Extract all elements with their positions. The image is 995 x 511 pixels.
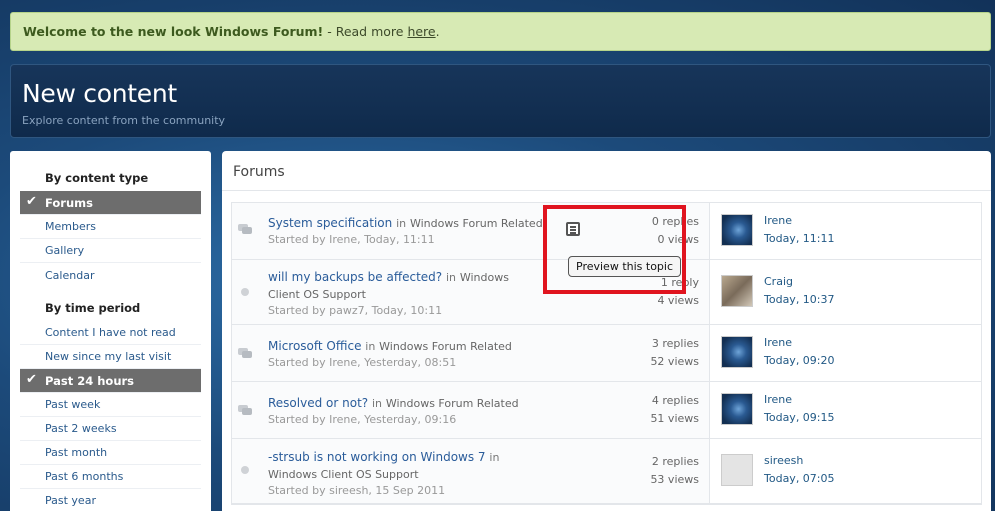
page-header: New content Explore content from the com… xyxy=(10,64,991,138)
sidebar-item-calendar[interactable]: Calendar xyxy=(20,263,201,287)
sidebar-item-forums[interactable]: ✔ Forums xyxy=(20,191,201,215)
announcement-tail: . xyxy=(435,24,440,39)
reply-count: 4 replies xyxy=(651,394,699,407)
checkmark-icon: ✔ xyxy=(26,194,37,209)
sidebar-item-label: Forums xyxy=(45,195,93,210)
view-count: 53 views xyxy=(650,473,699,486)
last-poster-link[interactable]: Irene xyxy=(764,214,792,227)
topic-forum-link[interactable]: Windows Forum Related xyxy=(386,397,519,410)
sidebar-item-gallery[interactable]: Gallery xyxy=(20,239,201,263)
sidebar-item-label: Past year xyxy=(45,494,96,507)
last-poster-link[interactable]: sireesh xyxy=(764,454,803,467)
sidebar-item-past-month[interactable]: Past month xyxy=(20,441,201,465)
avatar[interactable] xyxy=(721,393,753,425)
table-row: Microsoft Office in Windows Forum Relate… xyxy=(232,325,981,382)
sidebar-item-past-6-months[interactable]: Past 6 months xyxy=(20,465,201,489)
sidebar-item-label: Content I have not read xyxy=(45,326,176,339)
topic-forum-link[interactable]: Windows Forum Related xyxy=(410,217,543,230)
sidebar-item-since-last-visit[interactable]: New since my last visit xyxy=(20,345,201,369)
checkmark-icon: ✔ xyxy=(26,372,37,387)
avatar[interactable] xyxy=(721,336,753,368)
view-count: 4 views xyxy=(657,294,699,307)
view-count: 51 views xyxy=(650,412,699,425)
topic-meta: Started by Irene, Yesterday, 09:16 xyxy=(268,413,457,426)
reply-count: 2 replies xyxy=(651,455,699,468)
page-title: New content xyxy=(22,79,177,108)
dot-icon xyxy=(241,288,249,296)
chat-bubble-icon xyxy=(238,224,252,234)
last-poster-link[interactable]: Craig xyxy=(764,275,793,288)
sidebar-item-label: Past month xyxy=(45,446,108,459)
sidebar-item-label: New since my last visit xyxy=(45,350,172,363)
sidebar-item-label: Calendar xyxy=(45,268,95,282)
avatar[interactable] xyxy=(721,214,753,246)
sidebar-item-past-year[interactable]: Past year xyxy=(20,489,201,511)
chat-bubble-icon xyxy=(238,405,252,415)
reply-count: 3 replies xyxy=(651,337,699,350)
last-poster-link[interactable]: Irene xyxy=(764,336,792,349)
highlight-box xyxy=(543,205,686,294)
last-post-time[interactable]: Today, 07:05 xyxy=(764,472,835,485)
last-post-time[interactable]: Today, 09:15 xyxy=(764,411,835,424)
avatar[interactable] xyxy=(721,454,753,486)
sidebar-item-members[interactable]: Members xyxy=(20,215,201,239)
sidebar-item-label: Past 2 weeks xyxy=(45,422,117,435)
topic-meta: Started by pawz7, Today, 10:11 xyxy=(268,304,443,317)
topic-title-link[interactable]: Resolved or not? xyxy=(268,396,368,410)
sidebar-item-label: Past 24 hours xyxy=(45,373,135,388)
sidebar-item-label: Members xyxy=(45,220,96,233)
topic-meta: Started by Irene, Yesterday, 08:51 xyxy=(268,356,457,369)
topic-title-link[interactable]: -strsub is not working on Windows 7 xyxy=(268,450,486,464)
topic-forum-link[interactable]: Windows Client OS Support xyxy=(268,468,419,481)
sidebar-item-past-2-weeks[interactable]: Past 2 weeks xyxy=(20,417,201,441)
topic-meta: Started by sireesh, 15 Sep 2011 xyxy=(268,484,446,497)
announcement-bold: Welcome to the new look Windows Forum! xyxy=(23,24,324,39)
sidebar-item-label: Past 6 months xyxy=(45,470,124,483)
sidebar-item-label: Past week xyxy=(45,398,101,411)
topic-title-link[interactable]: Microsoft Office xyxy=(268,339,361,353)
table-row: -strsub is not working on Windows 7 in W… xyxy=(232,439,981,504)
time-period-heading: By time period xyxy=(45,301,141,315)
page-subtitle: Explore content from the community xyxy=(22,114,226,127)
last-post-time[interactable]: Today, 11:11 xyxy=(764,232,835,245)
topic-title-link[interactable]: will my backups be affected? xyxy=(268,270,442,284)
avatar[interactable] xyxy=(721,275,753,307)
chat-bubble-icon xyxy=(238,348,252,358)
filter-sidebar: By content type ✔ Forums Members Gallery… xyxy=(10,151,211,511)
sidebar-item-unread[interactable]: Content I have not read xyxy=(20,321,201,345)
announcement-text: - Read more xyxy=(323,24,408,39)
content-type-heading: By content type xyxy=(45,171,149,185)
topic-title-link[interactable]: System specification xyxy=(268,216,392,230)
sidebar-item-past-week[interactable]: Past week xyxy=(20,393,201,417)
last-poster-link[interactable]: Irene xyxy=(764,393,792,406)
topic-meta: Started by Irene, Today, 11:11 xyxy=(268,233,435,246)
dot-icon xyxy=(241,466,249,474)
last-post-time[interactable]: Today, 09:20 xyxy=(764,354,835,367)
last-post-time[interactable]: Today, 10:37 xyxy=(764,293,835,306)
table-row: Resolved or not? in Windows Forum Relate… xyxy=(232,382,981,439)
section-title: Forums xyxy=(222,151,991,191)
view-count: 52 views xyxy=(650,355,699,368)
announcement-bar: Welcome to the new look Windows Forum! -… xyxy=(10,12,991,51)
sidebar-item-label: Gallery xyxy=(45,244,85,257)
announcement-link[interactable]: here xyxy=(407,24,435,39)
sidebar-item-past-24-hours[interactable]: ✔ Past 24 hours xyxy=(20,369,201,393)
topic-forum-link[interactable]: Windows Forum Related xyxy=(379,340,512,353)
